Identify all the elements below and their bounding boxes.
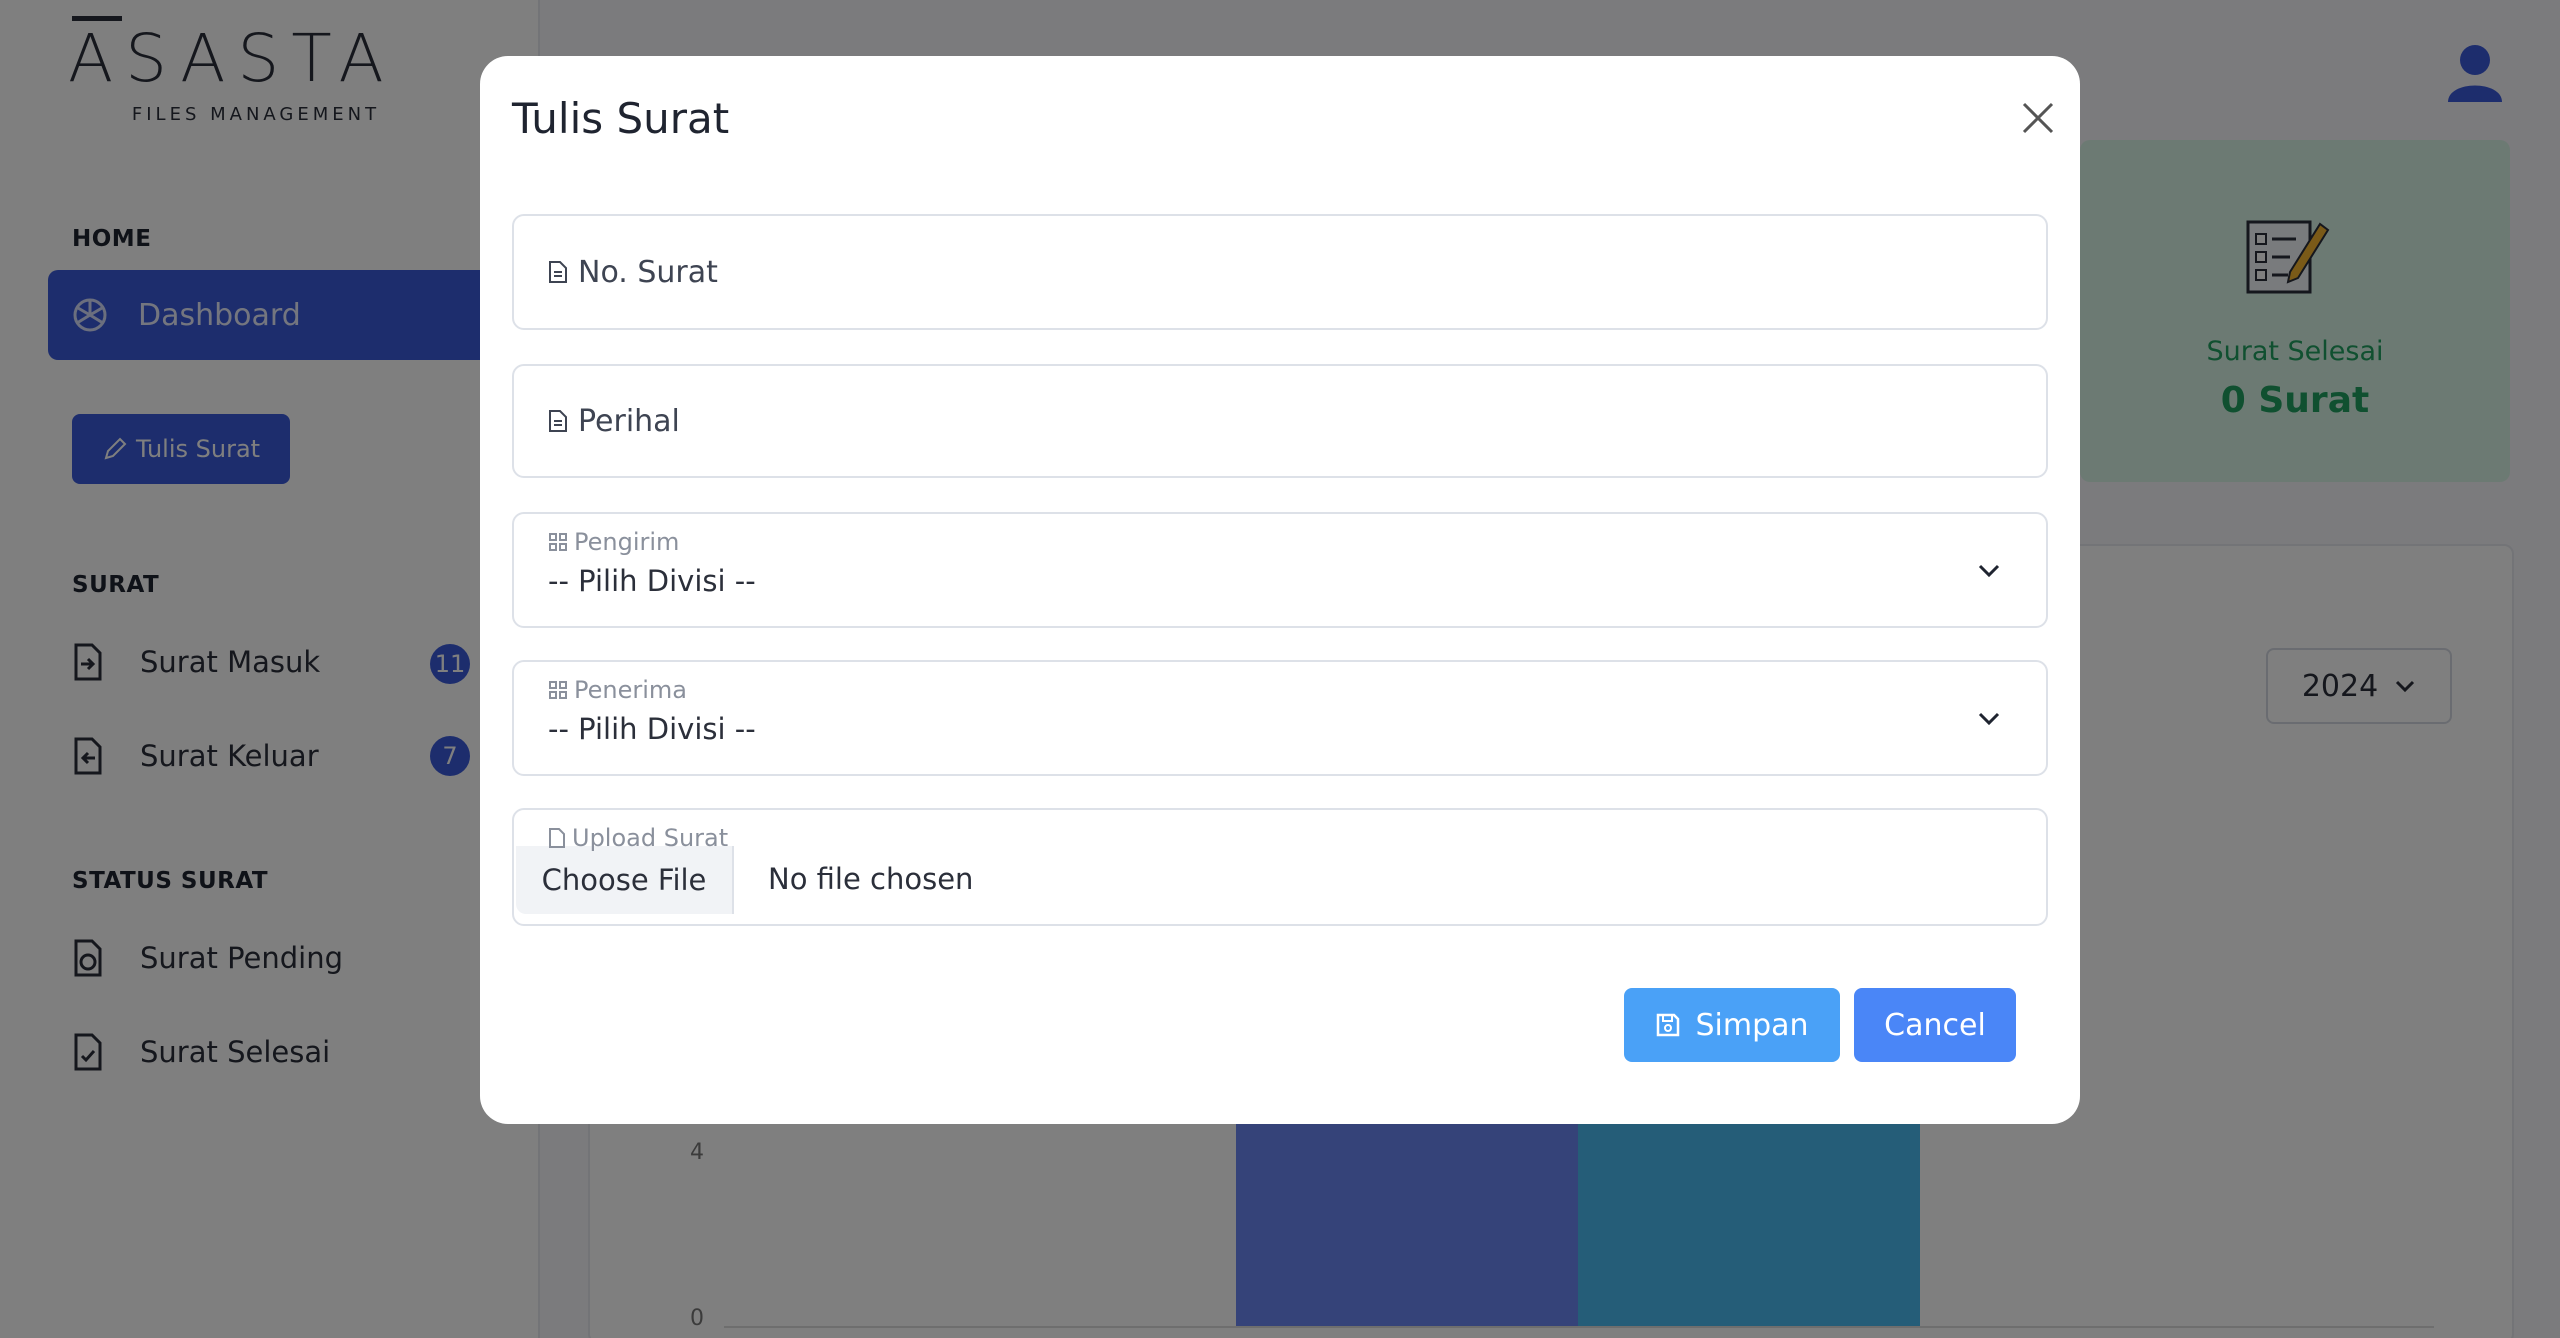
penerima-value: -- Pilih Divisi -- xyxy=(548,712,756,746)
file-status: No file chosen xyxy=(768,862,974,896)
no-surat-placeholder-row: No. Surat xyxy=(548,216,718,328)
perihal-field[interactable]: Perihal xyxy=(512,364,2048,478)
command-icon xyxy=(549,681,567,699)
perihal-placeholder: Perihal xyxy=(578,403,680,439)
pengirim-label: Pengirim xyxy=(574,528,680,556)
upload-label: Upload Surat xyxy=(572,824,729,852)
upload-label-row: Upload Surat xyxy=(548,824,728,852)
close-icon[interactable] xyxy=(2016,96,2060,140)
write-letter-modal: Tulis Surat No. Surat Perihal Pengirim -… xyxy=(480,56,2080,1124)
document-icon xyxy=(549,410,567,432)
penerima-label-row: Penerima xyxy=(548,676,687,704)
pengirim-label-row: Pengirim xyxy=(548,528,679,556)
penerima-label: Penerima xyxy=(574,676,687,704)
pengirim-value: -- Pilih Divisi -- xyxy=(548,564,756,598)
upload-field: Upload Surat Choose File No file chosen xyxy=(512,808,2048,926)
no-surat-placeholder: No. Surat xyxy=(578,254,718,290)
save-label: Simpan xyxy=(1695,1007,1809,1043)
chevron-down-icon xyxy=(1978,564,2000,578)
penerima-select[interactable]: Penerima -- Pilih Divisi -- xyxy=(512,660,2048,776)
choose-file-button[interactable]: Choose File xyxy=(516,846,734,914)
save-icon xyxy=(1657,1013,1680,1037)
cancel-button[interactable]: Cancel xyxy=(1854,988,2016,1062)
file-icon xyxy=(549,828,565,848)
perihal-placeholder-row: Perihal xyxy=(548,366,680,476)
no-surat-field[interactable]: No. Surat xyxy=(512,214,2048,330)
pengirim-select[interactable]: Pengirim -- Pilih Divisi -- xyxy=(512,512,2048,628)
modal-title: Tulis Surat xyxy=(512,94,730,143)
document-icon xyxy=(549,261,567,283)
command-icon xyxy=(549,533,567,551)
chevron-down-icon xyxy=(1978,712,2000,726)
save-button[interactable]: Simpan xyxy=(1624,988,1840,1062)
